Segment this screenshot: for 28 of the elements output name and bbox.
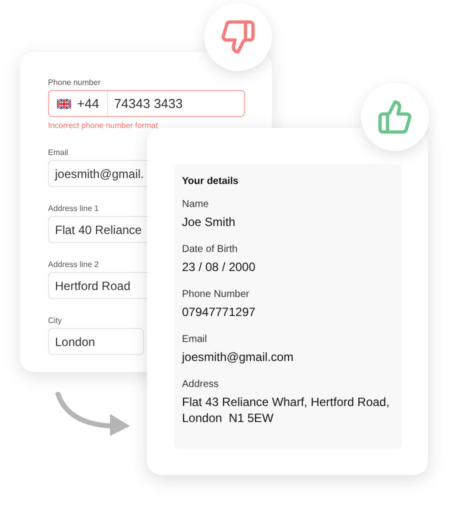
input-field[interactable]: joesmith@gmail. xyxy=(48,160,147,187)
details-title: Your details xyxy=(182,175,240,189)
input-field[interactable]: London xyxy=(48,328,144,355)
flag-icon xyxy=(57,98,71,108)
detail-value: London N1 5EW xyxy=(182,410,274,426)
detail-label: Name xyxy=(182,198,210,212)
detail-value: 23 / 08 / 2000 xyxy=(182,259,256,275)
error-message: Incorrect phone number format xyxy=(48,121,158,131)
detail-label: Date of Birth xyxy=(182,243,239,257)
thumbs-down-icon xyxy=(220,19,256,55)
detail-value: 07947771297 xyxy=(182,304,256,320)
detail-label: Address xyxy=(182,378,220,392)
field-label: Address line 2 xyxy=(48,260,99,270)
phone-value: 74343 3433 xyxy=(113,94,184,113)
thumbs-up-icon xyxy=(377,99,413,135)
field-label: Phone number xyxy=(48,78,100,88)
field-label: Email xyxy=(48,148,68,158)
input-field[interactable]: Flat 40 Reliance xyxy=(48,216,147,243)
detail-value: joesmith@gmail.com xyxy=(182,349,295,365)
detail-label: Phone Number xyxy=(182,288,250,302)
field-label: Address line 1 xyxy=(48,204,99,214)
phone-field[interactable]: +44 74343 3433 xyxy=(48,90,245,117)
input-field[interactable]: Hertford Road xyxy=(48,272,147,299)
country-code: +44 xyxy=(77,94,100,113)
detail-value: Flat 43 Reliance Wharf, Hertford Road, xyxy=(182,394,390,410)
field-label: City xyxy=(48,316,62,326)
detail-value: Joe Smith xyxy=(182,214,236,230)
detail-label: Email xyxy=(182,333,208,347)
